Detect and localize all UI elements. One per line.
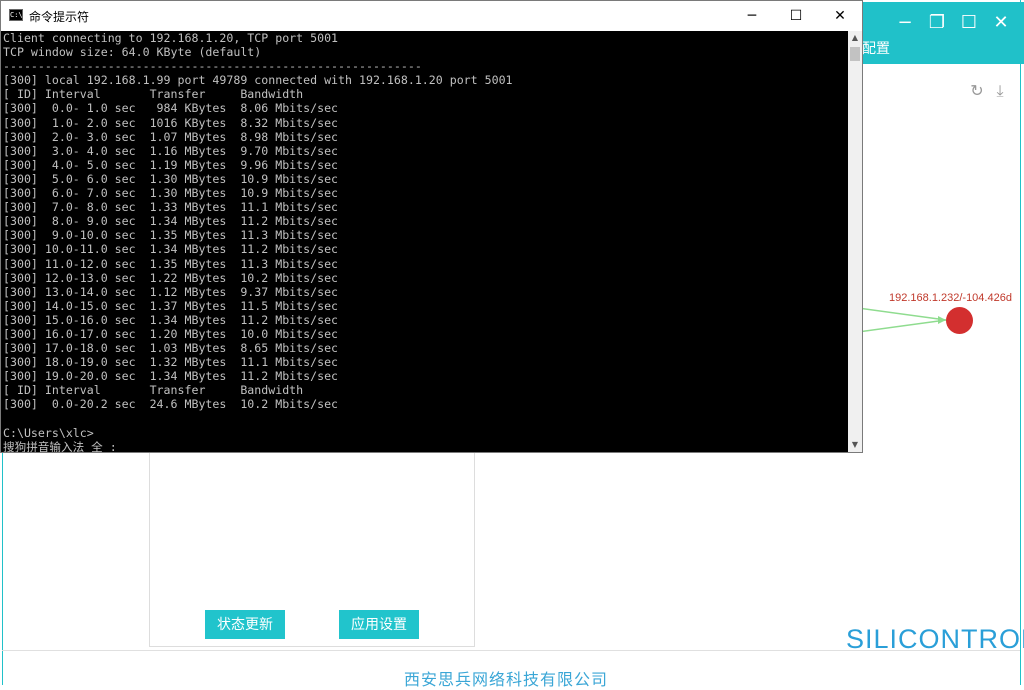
cmd-output-line: [300] 5.0- 6.0 sec 1.30 MBytes 10.9 Mbit… xyxy=(3,171,339,186)
cmd-output-line: [300] 10.0-11.0 sec 1.34 MBytes 11.2 Mbi… xyxy=(3,242,339,257)
cmd-output-line xyxy=(3,412,848,426)
cmd-output-line: [300] local 192.168.1.99 port 49789 conn… xyxy=(3,73,513,88)
cmd-output-line: [300] 13.0-14.0 sec 1.12 MBytes 9.37 Mbi… xyxy=(3,284,339,299)
cmd-output-line: [300] 19.0-20.0 sec 1.34 MBytes 11.2 Mbi… xyxy=(3,369,339,384)
scroll-up-arrow-icon[interactable]: ▲ xyxy=(848,31,862,45)
cmd-close-button[interactable]: ✕ xyxy=(818,1,862,31)
cmd-output-line: [ ID] Interval Transfer Bandwidth xyxy=(3,87,304,102)
cmd-title: 命令提示符 xyxy=(29,10,90,24)
cmd-output-line: [300] 18.0-19.0 sec 1.32 MBytes 11.1 Mbi… xyxy=(3,355,339,370)
apply-settings-button[interactable]: 应用设置 xyxy=(339,610,419,639)
cmd-output-line: [300] 9.0-10.0 sec 1.35 MBytes 11.3 Mbit… xyxy=(3,228,339,243)
topology-links xyxy=(858,307,947,333)
cmd-output-line: [300] 0.0- 1.0 sec 984 KBytes 8.06 Mbits… xyxy=(3,101,339,116)
topology-node[interactable] xyxy=(946,307,973,334)
download-icon[interactable]: ⤓ xyxy=(991,82,1009,100)
cmd-scrollbar[interactable]: ▲ ▼ xyxy=(848,31,862,452)
cmd-output-line: [300] 17.0-18.0 sec 1.03 MBytes 8.65 Mbi… xyxy=(3,341,339,356)
cmd-output-line: C:\Users\xlc> xyxy=(3,425,94,440)
settings-panel xyxy=(149,452,475,647)
cmd-output-line: [300] 4.0- 5.0 sec 1.19 MBytes 9.96 Mbit… xyxy=(3,157,339,172)
cmd-app-icon: C:\ xyxy=(9,9,23,21)
cmd-output-line: TCP window size: 64.0 KByte (default) xyxy=(3,45,262,60)
cmd-output-line: [300] 0.0-20.2 sec 24.6 MBytes 10.2 Mbit… xyxy=(3,397,339,412)
cmd-maximize-button[interactable]: ☐ xyxy=(774,1,818,31)
cmd-output-line: [300] 16.0-17.0 sec 1.20 MBytes 10.0 Mbi… xyxy=(3,326,339,341)
node-label: 192.168.1.232/-104.426d xyxy=(889,292,1012,304)
silicontrol-logo: SILICONTROL xyxy=(846,624,1024,654)
cmd-output-line: [300] 15.0-16.0 sec 1.34 MBytes 11.2 Mbi… xyxy=(3,312,339,327)
tab-config[interactable]: 配置 xyxy=(862,38,890,58)
footer-company-name: 西安思兵网络科技有限公司 xyxy=(404,670,609,689)
refresh-icon[interactable]: ↻ xyxy=(968,82,986,100)
app-maximize-button[interactable]: ☐ xyxy=(956,10,982,36)
cmd-output-line: [ ID] Interval Transfer Bandwidth xyxy=(3,383,304,398)
cmd-output-line: 搜狗拼音输入法 全 : xyxy=(3,439,117,452)
topology-link xyxy=(858,319,947,333)
cmd-output-line: [300] 6.0- 7.0 sec 1.30 MBytes 10.9 Mbit… xyxy=(3,186,339,201)
cmd-output-line: [300] 14.0-15.0 sec 1.37 MBytes 11.5 Mbi… xyxy=(3,298,339,313)
cmd-output-line: [300] 3.0- 4.0 sec 1.16 MBytes 9.70 Mbit… xyxy=(3,143,339,158)
cmd-output-line: [300] 12.0-13.0 sec 1.22 MBytes 10.2 Mbi… xyxy=(3,270,339,285)
status-update-button[interactable]: 状态更新 xyxy=(205,610,285,639)
topology-link xyxy=(858,307,947,321)
cmd-output-line: [300] 8.0- 9.0 sec 1.34 MBytes 11.2 Mbit… xyxy=(3,214,339,229)
app-minimize-button[interactable]: − xyxy=(892,10,918,36)
cmd-output-line: [300] 11.0-12.0 sec 1.35 MBytes 11.3 Mbi… xyxy=(3,256,339,271)
app-right-border xyxy=(1020,0,1021,685)
cmd-titlebar[interactable]: C:\ 命令提示符 ─ ☐ ✕ xyxy=(1,1,862,31)
cmd-window[interactable]: C:\ 命令提示符 ─ ☐ ✕ Client connecting to 192… xyxy=(0,0,863,453)
cmd-output-line: Client connecting to 192.168.1.20, TCP p… xyxy=(3,31,339,45)
app-close-button[interactable]: ✕ xyxy=(988,10,1014,36)
cmd-output-line: [300] 7.0- 8.0 sec 1.33 MBytes 11.1 Mbit… xyxy=(3,200,339,215)
cmd-output[interactable]: Client connecting to 192.168.1.20, TCP p… xyxy=(3,31,848,452)
app-restore-button[interactable]: ❐ xyxy=(924,10,950,36)
scroll-down-arrow-icon[interactable]: ▼ xyxy=(848,438,862,452)
link-arrow-icon xyxy=(938,316,946,324)
scroll-thumb[interactable] xyxy=(850,47,860,61)
cmd-output-line: [300] 1.0- 2.0 sec 1016 KBytes 8.32 Mbit… xyxy=(3,115,339,130)
cmd-output-line: [300] 2.0- 3.0 sec 1.07 MBytes 8.98 Mbit… xyxy=(3,129,339,144)
cmd-minimize-button[interactable]: ─ xyxy=(730,1,774,31)
cmd-output-line: ----------------------------------------… xyxy=(3,59,422,74)
